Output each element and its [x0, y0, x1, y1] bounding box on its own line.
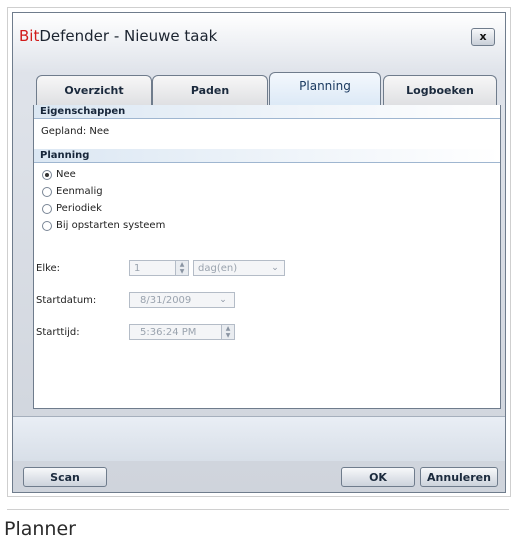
figure-caption: Planner [4, 518, 76, 540]
scan-button[interactable]: Scan [23, 467, 107, 487]
every-label: Elke: [36, 263, 61, 274]
start-time-spinner[interactable]: ▲ ▼ [221, 325, 234, 339]
title-brand: Bit [19, 27, 40, 45]
tab-overzicht[interactable]: Overzicht [36, 75, 152, 106]
ok-button[interactable]: OK [341, 467, 415, 487]
radio-periodiek[interactable] [42, 204, 52, 214]
close-button[interactable]: x [471, 28, 495, 46]
radio-label-periodiek: Periodiek [56, 203, 102, 214]
radio-label-eenmalig: Eenmalig [56, 186, 103, 197]
every-spinner[interactable]: ▲ ▼ [175, 261, 188, 275]
planning-heading: Planning [34, 149, 500, 163]
properties-heading: Eigenschappen [34, 105, 500, 119]
scheduled-status: Gepland: Nee [41, 126, 110, 137]
caption-divider [7, 509, 509, 510]
tab-planning[interactable]: Planning [269, 72, 381, 106]
screenshot-frame: BitDefender - Nieuwe taak x Overzicht Pa… [7, 7, 511, 497]
every-input[interactable]: 1 ▲ ▼ [129, 260, 189, 276]
radio-eenmalig[interactable] [42, 187, 52, 197]
start-time-input[interactable]: 5:36:24 PM ▲ ▼ [129, 324, 235, 340]
start-time-label: Starttijd: [36, 327, 80, 338]
cancel-button[interactable]: Annuleren [420, 467, 498, 487]
title-text: Defender - Nieuwe taak [39, 27, 218, 45]
chevron-down-icon: ⌄ [219, 295, 227, 305]
start-date-label: Startdatum: [36, 295, 97, 306]
start-date-picker[interactable]: 8/31/2009 ⌄ [129, 292, 235, 308]
tab-paden[interactable]: Paden [152, 75, 268, 106]
chevron-down-icon: ⌄ [271, 263, 279, 273]
radio-nee[interactable] [42, 170, 52, 180]
footer-area [13, 416, 505, 461]
start-date-value: 8/31/2009 [140, 295, 192, 306]
task-window: BitDefender - Nieuwe taak x Overzicht Pa… [12, 12, 506, 493]
start-time-value: 5:36:24 PM [140, 327, 197, 338]
tab-logboeken[interactable]: Logboeken [383, 75, 497, 106]
radio-label-bij-opstarten: Bij opstarten systeem [56, 220, 166, 231]
radio-label-nee: Nee [56, 169, 76, 180]
every-value: 1 [134, 263, 141, 274]
every-unit-select[interactable]: dag(en) ⌄ [193, 260, 285, 276]
radio-bij-opstarten[interactable] [42, 221, 52, 231]
planning-panel: Eigenschappen Gepland: Nee Planning Nee … [33, 105, 501, 409]
window-title: BitDefender - Nieuwe taak [19, 27, 217, 45]
every-unit-value: dag(en) [198, 263, 238, 274]
